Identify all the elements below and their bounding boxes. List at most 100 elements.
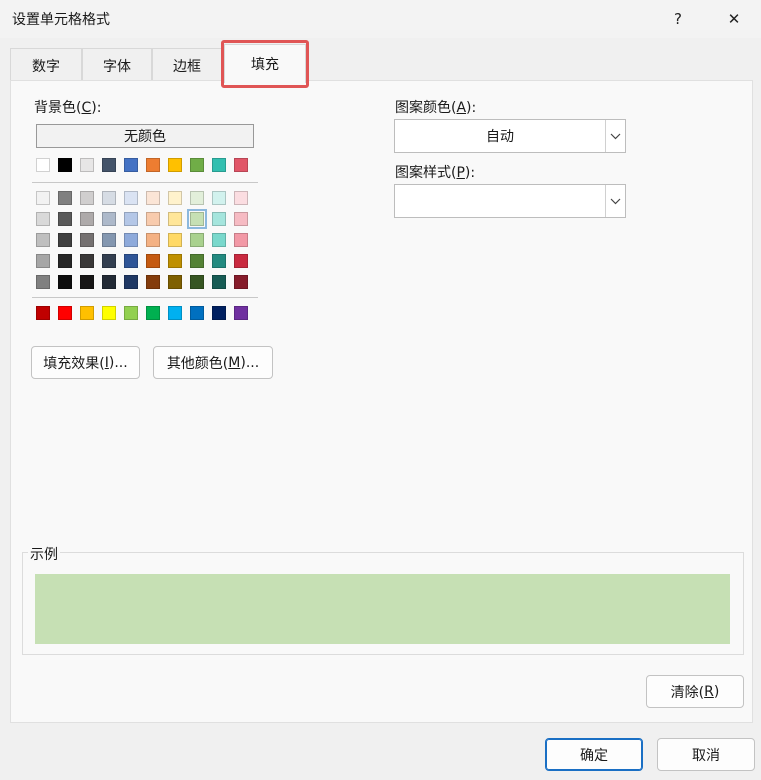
- no-color-button[interactable]: 无颜色: [36, 124, 254, 148]
- color-swatch[interactable]: [124, 158, 138, 172]
- sample-label: 示例: [28, 544, 60, 564]
- color-swatch[interactable]: [80, 254, 94, 268]
- color-swatch[interactable]: [212, 212, 226, 226]
- tab-border[interactable]: 边框: [152, 48, 222, 82]
- color-swatch[interactable]: [168, 306, 182, 320]
- pattern-color-label: 图案颜色(A):: [395, 100, 477, 116]
- color-swatch[interactable]: [124, 191, 138, 205]
- color-swatch[interactable]: [168, 233, 182, 247]
- btn-suffix: )...: [240, 354, 260, 371]
- color-swatch[interactable]: [146, 158, 160, 172]
- pattern-style-label: 图案样式(P):: [395, 165, 476, 181]
- color-swatch[interactable]: [190, 233, 204, 247]
- fill-effects-button[interactable]: 填充效果(I)...: [31, 346, 140, 379]
- color-swatch[interactable]: [234, 254, 248, 268]
- color-swatch[interactable]: [146, 275, 160, 289]
- color-swatch[interactable]: [36, 306, 50, 320]
- color-swatch[interactable]: [146, 191, 160, 205]
- color-swatch[interactable]: [124, 275, 138, 289]
- color-swatch[interactable]: [36, 158, 50, 172]
- color-swatch[interactable]: [102, 158, 116, 172]
- color-swatch[interactable]: [36, 191, 50, 205]
- color-swatch[interactable]: [58, 212, 72, 226]
- color-swatch[interactable]: [212, 275, 226, 289]
- color-swatch[interactable]: [36, 212, 50, 226]
- color-swatch[interactable]: [80, 306, 94, 320]
- color-swatch[interactable]: [58, 158, 72, 172]
- color-swatch[interactable]: [146, 212, 160, 226]
- color-swatch[interactable]: [80, 275, 94, 289]
- color-swatch[interactable]: [102, 233, 116, 247]
- close-button[interactable]: ✕: [714, 4, 754, 34]
- btn-text: 其他颜色(: [166, 355, 229, 372]
- color-swatch[interactable]: [102, 212, 116, 226]
- color-swatch[interactable]: [234, 275, 248, 289]
- color-swatch[interactable]: [168, 254, 182, 268]
- color-swatch[interactable]: [168, 275, 182, 289]
- color-swatch[interactable]: [124, 306, 138, 320]
- color-swatch[interactable]: [234, 158, 248, 172]
- cancel-button[interactable]: 取消: [657, 738, 755, 771]
- color-swatch[interactable]: [212, 158, 226, 172]
- palette-divider: [32, 297, 258, 298]
- close-icon: ✕: [727, 10, 741, 28]
- color-swatch[interactable]: [80, 212, 94, 226]
- color-swatch[interactable]: [124, 254, 138, 268]
- color-swatch[interactable]: [146, 254, 160, 268]
- color-swatch[interactable]: [124, 212, 138, 226]
- color-swatch[interactable]: [80, 233, 94, 247]
- color-swatch[interactable]: [102, 306, 116, 320]
- color-swatch[interactable]: [102, 254, 116, 268]
- color-swatch[interactable]: [234, 233, 248, 247]
- color-swatch[interactable]: [234, 212, 248, 226]
- color-swatch[interactable]: [36, 275, 50, 289]
- label-text: 背景色: [34, 100, 76, 116]
- dropdown-value: [395, 185, 605, 217]
- color-swatch[interactable]: [124, 233, 138, 247]
- color-swatch[interactable]: [102, 275, 116, 289]
- btn-suffix: ): [713, 683, 720, 700]
- color-swatch[interactable]: [212, 233, 226, 247]
- tab-font[interactable]: 字体: [82, 48, 152, 82]
- color-swatch[interactable]: [80, 158, 94, 172]
- tab-number[interactable]: 数字: [10, 48, 82, 82]
- tab-fill[interactable]: 填充: [224, 44, 306, 83]
- color-swatch[interactable]: [212, 306, 226, 320]
- accel-key: M: [228, 354, 241, 371]
- pattern-color-dropdown[interactable]: 自动: [394, 119, 626, 153]
- tab-label: 填充: [251, 57, 279, 73]
- color-swatch[interactable]: [190, 275, 204, 289]
- color-swatch[interactable]: [58, 191, 72, 205]
- pattern-style-dropdown[interactable]: [394, 184, 626, 218]
- color-swatch[interactable]: [234, 191, 248, 205]
- color-swatch[interactable]: [146, 233, 160, 247]
- color-swatch[interactable]: [102, 191, 116, 205]
- color-swatch[interactable]: [187, 209, 207, 229]
- color-swatch[interactable]: [80, 191, 94, 205]
- color-swatch[interactable]: [168, 212, 182, 226]
- accel-key: P: [456, 165, 465, 181]
- color-swatch[interactable]: [36, 254, 50, 268]
- chevron-down-icon: [605, 185, 625, 217]
- color-swatch[interactable]: [190, 191, 204, 205]
- clear-button[interactable]: 清除(R): [646, 675, 744, 708]
- color-swatch[interactable]: [190, 254, 204, 268]
- color-swatch[interactable]: [234, 306, 248, 320]
- color-swatch[interactable]: [190, 158, 204, 172]
- color-swatch[interactable]: [212, 191, 226, 205]
- color-swatch[interactable]: [58, 275, 72, 289]
- color-swatch[interactable]: [58, 306, 72, 320]
- tab-label: 字体: [103, 58, 131, 75]
- ok-button[interactable]: 确定: [545, 738, 643, 771]
- more-colors-button[interactable]: 其他颜色(M)...: [153, 346, 273, 379]
- color-swatch[interactable]: [168, 158, 182, 172]
- color-swatch[interactable]: [146, 306, 160, 320]
- color-swatch[interactable]: [212, 254, 226, 268]
- color-swatch[interactable]: [36, 233, 50, 247]
- help-button[interactable]: ?: [658, 4, 698, 34]
- color-swatch[interactable]: [58, 254, 72, 268]
- color-swatch[interactable]: [58, 233, 72, 247]
- color-swatch[interactable]: [190, 306, 204, 320]
- color-swatch[interactable]: [168, 191, 182, 205]
- sample-preview: [35, 574, 730, 644]
